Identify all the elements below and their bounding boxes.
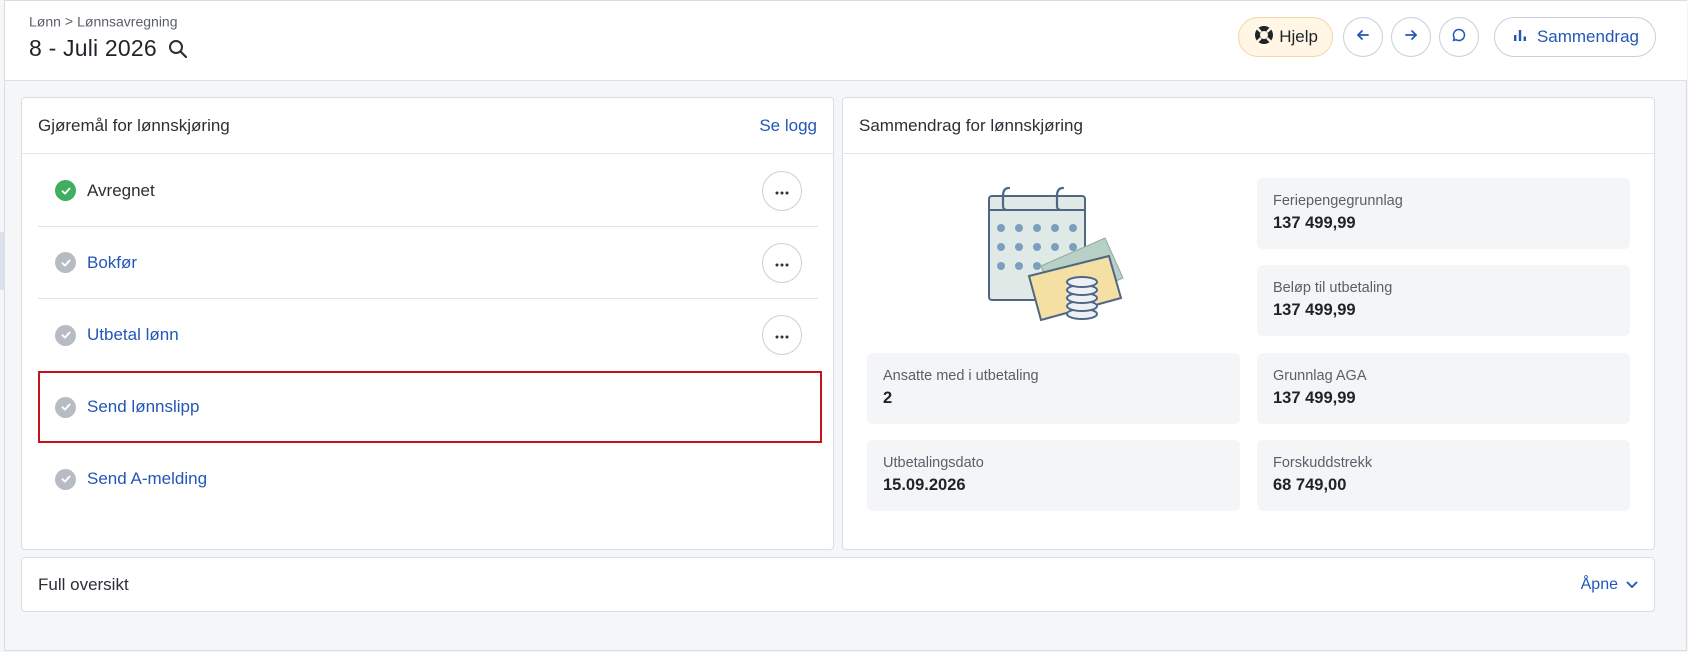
summary-card: Sammendrag for lønnskjøring Feriepengegr… [842, 97, 1655, 550]
breadcrumb-current[interactable]: Lønnsavregning [77, 13, 177, 29]
todo-card-title: Gjøremål for lønnskjøring [38, 115, 230, 135]
search-icon[interactable] [167, 38, 189, 60]
previous-button[interactable] [1342, 17, 1383, 57]
stat-grunnlag-aga: Grunnlag AGA 137 499,99 [1257, 353, 1630, 424]
next-button[interactable] [1390, 17, 1431, 57]
help-button[interactable]: Hjelp [1238, 17, 1333, 57]
todo-list: Avregnet Bokfør Utbetal lønn Send lønnsl… [38, 155, 822, 515]
stat-feriepengegrunnlag: Feriepengegrunnlag 137 499,99 [1257, 178, 1630, 249]
stat-value: 137 499,99 [1273, 389, 1356, 407]
check-icon [55, 396, 76, 418]
todo-item-link[interactable]: Bokfør [87, 253, 137, 273]
full-overview-card: Full oversikt Åpne [21, 557, 1655, 612]
sidebar-edge [0, 232, 4, 290]
check-icon [55, 468, 76, 490]
stat-value: 137 499,99 [1273, 301, 1356, 319]
arrow-right-icon [1403, 27, 1419, 48]
stat-label: Forskuddstrekk [1273, 455, 1373, 471]
stat-label: Beløp til utbetaling [1273, 280, 1393, 296]
stat-value: 15.09.2026 [883, 476, 966, 494]
view-log-link[interactable]: Se logg [759, 116, 817, 136]
page-header: Lønn > Lønnsavregning 8 - Juli 2026 Hjel… [5, 1, 1687, 81]
check-icon [55, 180, 76, 201]
stat-value: 137 499,99 [1273, 214, 1356, 232]
bar-chart-icon [1513, 27, 1527, 47]
stat-value: 68 749,00 [1273, 476, 1347, 494]
breadcrumb-parent[interactable]: Lønn [29, 13, 61, 29]
title-row: 8 - Juli 2026 [29, 35, 189, 62]
calendar-money-illustration [983, 180, 1133, 330]
help-label: Hjelp [1279, 27, 1318, 46]
more-horizontal-icon [775, 326, 789, 344]
chat-bubble-icon [1451, 27, 1467, 48]
stat-ansatte-med-i-utbetaling: Ansatte med i utbetaling 2 [867, 353, 1240, 424]
stat-forskuddstrekk: Forskuddstrekk 68 749,00 [1257, 440, 1630, 511]
todo-item-send-a-melding: Send A-melding [38, 443, 818, 515]
stat-belop-til-utbetaling: Beløp til utbetaling 137 499,99 [1257, 265, 1630, 336]
todo-item-avregnet: Avregnet [38, 155, 818, 227]
stat-label: Grunnlag AGA [1273, 368, 1367, 384]
check-icon [55, 252, 76, 273]
breadcrumb-separator: > [64, 13, 74, 30]
todo-item-utbetal-lonn: Utbetal lønn [38, 299, 818, 371]
todo-item-link[interactable]: Send A-melding [87, 469, 207, 489]
page-title: 8 - Juli 2026 [29, 35, 157, 61]
stat-label: Utbetalingsdato [883, 455, 984, 471]
more-horizontal-icon [775, 254, 789, 272]
stat-utbetalingsdato: Utbetalingsdato 15.09.2026 [867, 440, 1240, 511]
arrow-left-icon [1355, 27, 1371, 48]
todo-item-link[interactable]: Send lønnslipp [87, 397, 199, 417]
todo-item-label: Avregnet [87, 180, 155, 200]
full-overview-title: Full oversikt [38, 574, 129, 594]
summary-card-header: Sammendrag for lønnskjøring [843, 98, 1654, 154]
breadcrumb: Lønn > Lønnsavregning [29, 12, 178, 29]
todo-item-link[interactable]: Utbetal lønn [87, 325, 179, 345]
summary-card-title: Sammendrag for lønnskjøring [859, 115, 1083, 135]
chevron-down-icon [1626, 576, 1638, 594]
todo-item-send-lonnslipp: Send lønnslipp [38, 371, 822, 443]
expand-full-overview-button[interactable]: Åpne [1581, 576, 1638, 594]
todo-card-header: Gjøremål for lønnskjøring Se logg [22, 98, 833, 154]
check-icon [55, 324, 76, 346]
more-horizontal-icon [775, 182, 789, 200]
lifebuoy-icon [1253, 24, 1275, 51]
more-options-button[interactable] [762, 171, 802, 211]
comments-button[interactable] [1438, 17, 1479, 57]
summary-button[interactable]: Sammendrag [1493, 17, 1656, 57]
summary-button-label: Sammendrag [1536, 27, 1639, 46]
more-options-button[interactable] [762, 315, 802, 355]
more-options-button[interactable] [762, 243, 802, 283]
stat-value: 2 [883, 389, 893, 407]
open-label: Åpne [1580, 575, 1618, 593]
stat-label: Ansatte med i utbetaling [883, 368, 1039, 384]
todo-item-bokfor: Bokfør [38, 227, 818, 299]
stat-label: Feriepengegrunnlag [1273, 193, 1403, 209]
todo-card: Gjøremål for lønnskjøring Se logg Avregn… [21, 97, 834, 550]
header-actions: Hjelp Sammendrag [1238, 17, 1656, 57]
